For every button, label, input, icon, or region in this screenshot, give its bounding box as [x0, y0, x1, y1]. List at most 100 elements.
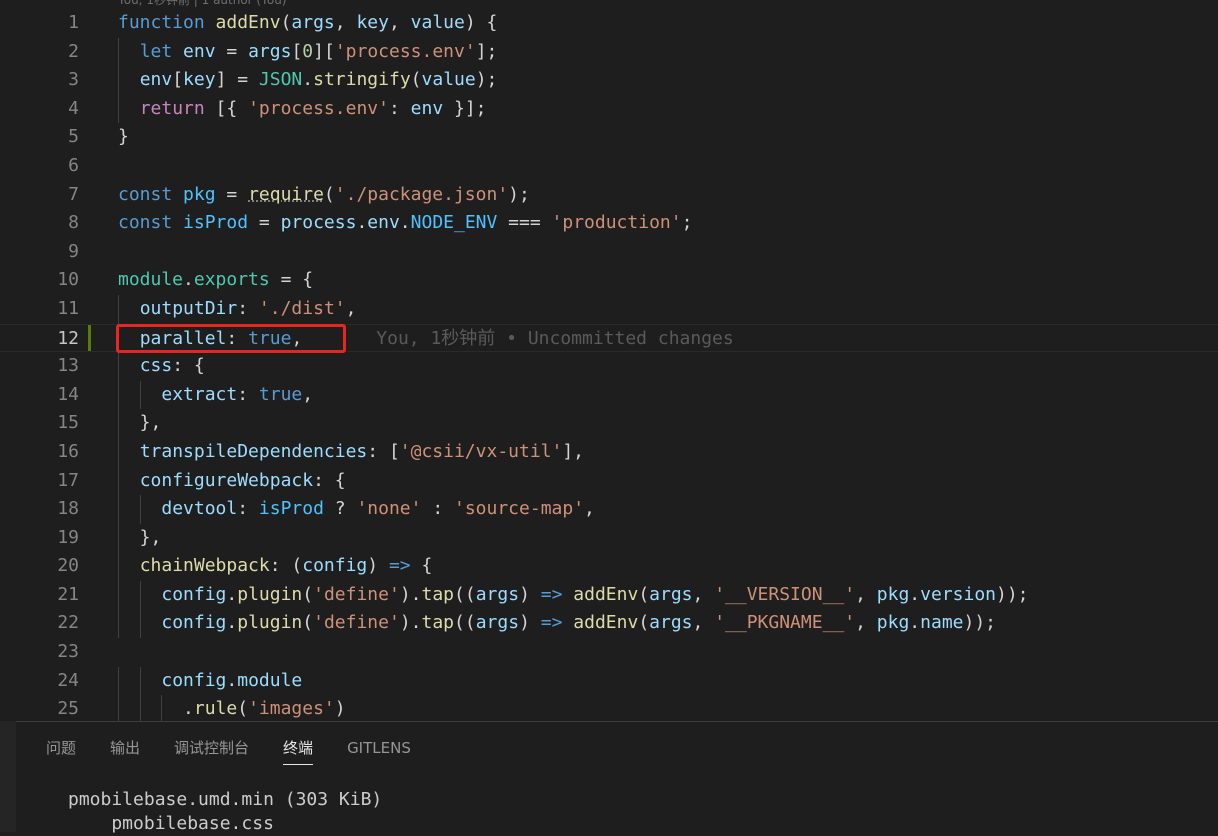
code-line[interactable]: 2 let env = args[0]['process.env'];	[0, 37, 1218, 67]
code-line[interactable]: 7 const pkg = require('./package.json');	[0, 181, 1218, 210]
code-token: .	[183, 269, 194, 291]
code-token: '__PKGNAME__'	[714, 612, 856, 634]
tab-problems[interactable]: 问题	[46, 736, 76, 764]
code-token: configureWebpack	[139, 469, 314, 491]
code-token: .	[226, 583, 238, 605]
line-code[interactable]: configureWebpack: {	[118, 467, 346, 496]
code-line[interactable]: 4 return [{ 'process.env': env }];	[0, 94, 1218, 124]
line-number: 17	[57, 469, 79, 491]
code-line[interactable]: 25 .rule('images')	[0, 695, 1218, 721]
line-code[interactable]: return [{ 'process.env': env }];	[118, 95, 487, 124]
code-token: addEnv	[215, 12, 281, 33]
code-token: ,	[855, 583, 877, 605]
line-code[interactable]: config.plugin('define').tap((args) => ad…	[118, 609, 996, 638]
code-token: ===	[497, 212, 552, 234]
code-token: {	[410, 555, 433, 577]
line-code[interactable]: const isProd = process.env.NODE_ENV === …	[118, 209, 692, 238]
line-code[interactable]: module.exports = {	[118, 266, 313, 295]
line-code[interactable]: config.plugin('define').tap((args) => ad…	[118, 581, 1029, 610]
code-token: );	[508, 183, 530, 205]
code-editor[interactable]: You, 1秒钟前 | 1 author (You) 1 function add…	[0, 0, 1218, 721]
code-token: ,	[692, 612, 715, 634]
code-token: )	[334, 698, 346, 720]
line-code[interactable]: config.module	[118, 667, 302, 696]
code-line[interactable]: 19 },	[0, 523, 1218, 553]
code-line[interactable]: 24 config.module	[0, 666, 1218, 696]
code-token: config	[161, 612, 227, 634]
line-code[interactable]: env[key] = JSON.stringify(value);	[118, 66, 498, 95]
line-code[interactable]: let env = args[0]['process.env'];	[118, 38, 498, 67]
code-line[interactable]: 8 const isProd = process.env.NODE_ENV ===…	[0, 209, 1218, 238]
terminal-output[interactable]: pmobilebase.umd.min (303 KiB) pmobilebas…	[68, 788, 382, 836]
code-token: =>	[388, 555, 411, 577]
code-token: tap	[421, 612, 455, 634]
code-token: require	[248, 183, 324, 205]
code-line[interactable]: 10 module.exports = {	[0, 266, 1218, 295]
git-modified-marker[interactable]	[88, 324, 91, 352]
code-token: ,	[855, 612, 877, 634]
line-code[interactable]: },	[118, 409, 162, 438]
code-token: ,	[692, 583, 715, 605]
line-code[interactable]: devtool: isProd ? 'none' : 'source-map',	[118, 495, 595, 524]
code-line[interactable]: 3 env[key] = JSON.stringify(value);	[0, 66, 1218, 95]
code-line[interactable]: 16 transpileDependencies: ['@csii/vx-uti…	[0, 437, 1218, 467]
code-token: args	[291, 12, 335, 33]
code-token: plugin	[237, 612, 303, 634]
code-line[interactable]: 9	[0, 238, 1218, 267]
code-line[interactable]: 6	[0, 152, 1218, 181]
line-code[interactable]: },	[118, 524, 162, 553]
code-line[interactable]: 21 config.plugin('define').tap((args) =>…	[0, 580, 1218, 610]
code-token: : (	[269, 555, 303, 577]
line-number: 12	[57, 327, 79, 349]
code-token: outputDir	[139, 297, 238, 319]
line-code[interactable]: transpileDependencies: ['@csii/vx-util']…	[118, 438, 584, 467]
line-code[interactable]: outputDir: './dist',	[118, 295, 357, 324]
code-line[interactable]: 13 css: {	[0, 352, 1218, 381]
code-token: .	[909, 583, 921, 605]
line-number: 19	[57, 526, 79, 548]
code-token: =	[248, 212, 281, 234]
code-line[interactable]: 20 chainWebpack: (config) => {	[0, 552, 1218, 581]
code-line[interactable]: 15 },	[0, 409, 1218, 438]
code-line[interactable]: 1 function addEnv(args, key, value) {	[0, 9, 1218, 38]
code-token: );	[475, 69, 498, 91]
line-code[interactable]: }	[118, 123, 129, 152]
code-token: module	[237, 669, 303, 691]
code-line[interactable]: 18 devtool: isProd ? 'none' : 'source-ma…	[0, 495, 1218, 524]
code-token: ));	[996, 583, 1029, 605]
code-token: : {	[313, 469, 346, 491]
code-token: '__VERSION__'	[714, 583, 856, 605]
code-token: process	[280, 212, 357, 234]
line-code[interactable]: css: {	[118, 352, 205, 381]
code-token: 'none'	[356, 498, 422, 520]
line-code[interactable]: function addEnv(args, key, value) {	[118, 9, 497, 38]
code-line[interactable]: 14 extract: true,	[0, 380, 1218, 410]
line-code[interactable]: chainWebpack: (config) => {	[118, 552, 433, 581]
code-token: .	[118, 698, 194, 720]
code-token: tap	[421, 583, 455, 605]
code-token: env	[367, 212, 400, 234]
line-code[interactable]: const pkg = require('./package.json');	[118, 181, 530, 210]
code-line[interactable]: 23	[0, 638, 1218, 667]
tab-gitlens[interactable]: GITLENS	[347, 736, 411, 764]
code-line[interactable]: 11 outputDir: './dist',	[0, 294, 1218, 324]
code-line[interactable]: 5}	[0, 123, 1218, 152]
code-token: 'production'	[551, 212, 682, 234]
code-token: .	[356, 212, 368, 234]
line-code[interactable]: extract: true,	[118, 381, 313, 410]
tab-terminal[interactable]: 终端	[283, 736, 314, 765]
tab-debug-console[interactable]: 调试控制台	[174, 736, 249, 764]
code-line[interactable]: 22 config.plugin('define').tap((args) =>…	[0, 609, 1218, 639]
code-token: :	[237, 498, 259, 520]
tab-output[interactable]: 输出	[110, 736, 140, 764]
code-token: )	[519, 612, 541, 634]
code-token: pkg	[876, 583, 910, 605]
line-code[interactable]: .rule('images')	[118, 695, 346, 721]
codelens-author[interactable]: You, 1秒钟前 | 1 author (You)	[118, 0, 286, 8]
code-token: chainWebpack	[139, 555, 270, 577]
code-line[interactable]: 17 configureWebpack: {	[0, 466, 1218, 496]
